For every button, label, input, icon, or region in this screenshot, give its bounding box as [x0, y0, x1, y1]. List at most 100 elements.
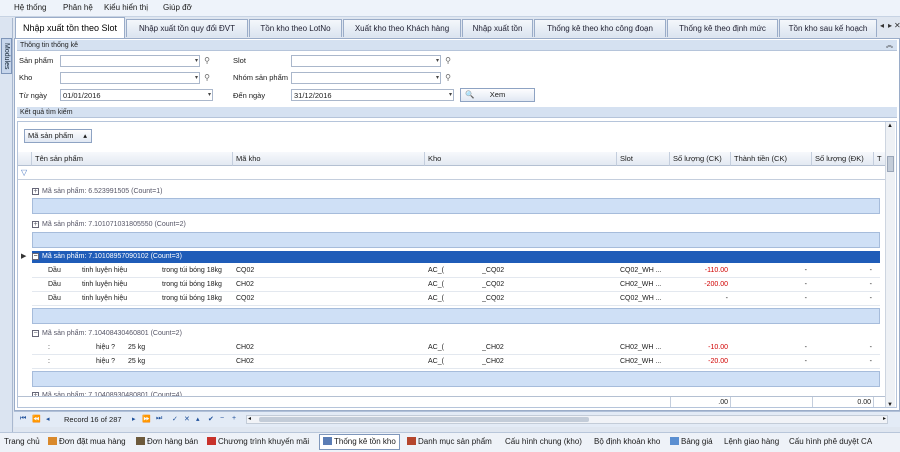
shortcut-don-hang-ban[interactable]: Đơn hàng bán — [136, 437, 198, 446]
filter-row[interactable]: ▽ — [18, 166, 886, 180]
scroll-left-icon[interactable]: ◂ — [248, 415, 251, 422]
shortcut-cau-hinh-chung[interactable]: Cấu hình chung (kho) — [505, 437, 582, 446]
shortcut-bo-dinh-khoan-kho[interactable]: Bộ định khoản kho — [594, 437, 660, 446]
group-by-chip[interactable]: Mã sản phẩm ▴ — [24, 129, 92, 143]
remove-icon[interactable]: − — [220, 415, 224, 422]
collapse-icon[interactable]: − — [32, 329, 39, 337]
search-icon[interactable]: ⚲ — [201, 72, 213, 84]
shortcut-chuong-trinh-khuyen-mai[interactable]: Chương trình khuyến mãi — [207, 437, 309, 446]
scroll-up-icon[interactable]: ▲ — [887, 123, 893, 129]
tab-dinh-muc[interactable]: Thống kê theo định mức — [667, 19, 778, 37]
cell-so-luong-dk: - — [869, 295, 872, 302]
den-ngay-field[interactable]: 31/12/2016 ▾ — [291, 89, 454, 101]
slot-combo[interactable]: ▾ ⚲ — [291, 55, 451, 67]
dropdown-arrow-icon[interactable]: ▾ — [436, 73, 439, 84]
dropdown-arrow-icon[interactable]: ▾ — [449, 90, 452, 101]
menu-giup-do[interactable]: Giúp đỡ — [163, 3, 192, 12]
prev-record-icon[interactable]: ◂ — [46, 415, 50, 423]
filter-funnel-icon[interactable]: ▽ — [21, 168, 27, 177]
h-scroll-thumb[interactable] — [259, 417, 589, 422]
dropdown-arrow-icon[interactable]: ▾ — [195, 56, 198, 67]
search-icon[interactable]: ⚲ — [442, 72, 454, 84]
tab-xuat-kho-khach-hang[interactable]: Xuất kho theo Khách hàng — [343, 19, 461, 37]
promotion-icon — [207, 437, 216, 445]
dropdown-arrow-icon[interactable]: ▾ — [436, 56, 439, 67]
cell-ma-kho: CH02 — [236, 344, 254, 351]
tab-scroll-left-icon[interactable]: ◂ — [880, 21, 884, 30]
dropdown-arrow-icon[interactable]: ▾ — [195, 73, 198, 84]
cell-name: Dầu — [48, 267, 61, 274]
table-row[interactable]: Dầu tinh luyện hiệu trong túi bóng 18kg … — [32, 278, 880, 292]
dropdown-arrow-icon[interactable]: ▾ — [208, 90, 211, 101]
search-icon[interactable]: ⚲ — [201, 55, 213, 67]
scroll-right-icon[interactable]: ▸ — [883, 415, 886, 422]
group-row-1[interactable]: + Mã sản phẩm: 6.523991505 (Count=1) — [32, 186, 880, 198]
tab-nhap-xuat-ton-slot[interactable]: Nhập xuất tồn theo Slot — [15, 17, 125, 38]
prev-page-icon[interactable]: ⏪ — [32, 415, 41, 423]
tab-scroll-right-icon[interactable]: ▸ — [888, 21, 892, 30]
col-so-luong-ck[interactable]: Số lượng (CK) — [670, 152, 731, 166]
tab-nhap-xuat-ton[interactable]: Nhập xuất tồn — [462, 19, 533, 37]
xem-button[interactable]: 🔍 Xem — [460, 88, 535, 102]
group-row-4[interactable]: − Mã sản phẩm: 7.10408430460801 (Count=2) — [32, 328, 880, 340]
cancel-edit-icon[interactable]: ✕ — [184, 415, 190, 423]
append-icon[interactable]: ✓ — [172, 415, 178, 423]
confirm-icon[interactable]: ✔ — [208, 415, 214, 423]
col-so-luong-dk[interactable]: Số lượng (ĐK) — [812, 152, 874, 166]
search-icon[interactable]: ⚲ — [442, 55, 454, 67]
collapse-up-icon[interactable]: ︽ — [886, 40, 893, 51]
magnifier-icon: 🔍 — [465, 90, 475, 99]
next-page-icon[interactable]: ⏩ — [142, 415, 151, 423]
shortcut-trang-chu[interactable]: Trang chủ — [4, 437, 40, 446]
scroll-thumb[interactable] — [887, 156, 894, 172]
table-row[interactable]: Dầu tinh luyện hiệu trong túi bóng 18kg … — [32, 292, 880, 306]
collapse-icon[interactable]: − — [32, 252, 39, 260]
tab-kho-cong-doan[interactable]: Thống kê theo kho công đoạn — [534, 19, 666, 37]
shortcut-bang-gia[interactable]: Bảng giá — [670, 437, 713, 446]
vertical-scrollbar[interactable]: ▲ ▼ — [885, 122, 895, 407]
shortcut-lenh-giao-hang[interactable]: Lệnh giao hàng — [724, 437, 779, 446]
first-record-icon[interactable]: ⏮ — [20, 415, 26, 423]
add-icon[interactable]: + — [232, 415, 236, 422]
group-row-2[interactable]: + Mã sản phẩm: 7.101071031805550 (Count=2… — [32, 219, 880, 231]
cell-kho: AC_( — [428, 295, 444, 302]
col-slot[interactable]: Slot — [617, 152, 670, 166]
last-record-icon[interactable]: ⏭ — [156, 415, 162, 423]
menu-phan-he[interactable]: Phân hệ — [63, 3, 93, 12]
expand-icon[interactable]: + — [32, 220, 39, 228]
shortcut-don-dat-mua-hang[interactable]: Đơn đặt mua hàng — [48, 437, 126, 446]
col-ten-san-pham[interactable]: Tên sản phẩm — [32, 152, 233, 166]
shortcut-danh-muc-san-pham[interactable]: Danh mục sản phẩm — [407, 437, 492, 446]
cell-kho: AC_( — [428, 358, 444, 365]
table-row[interactable]: : hiệu ? 25 kg CH02 AC_( _CH02 CH02_WH .… — [32, 341, 880, 355]
nhom-san-pham-combo[interactable]: ▾ ⚲ — [291, 72, 451, 84]
modules-tab[interactable]: Modules — [1, 38, 12, 74]
horizontal-scrollbar[interactable]: ◂ ▸ — [246, 415, 888, 424]
menu-he-thong[interactable]: Hệ thống — [14, 3, 46, 12]
shortcut-label: Đơn hàng bán — [147, 437, 199, 446]
tu-ngay-field[interactable]: 01/01/2016 ▾ — [60, 89, 213, 101]
tab-ton-kho-lotno[interactable]: Tồn kho theo LotNo — [249, 19, 342, 37]
col-thanh-tien-ck[interactable]: Thành tiền (CK) — [731, 152, 812, 166]
scroll-down-icon[interactable]: ▼ — [887, 402, 893, 407]
next-record-icon[interactable]: ▸ — [132, 415, 136, 423]
san-pham-combo[interactable]: ▾ ⚲ — [60, 55, 210, 67]
col-ma-kho[interactable]: Mã kho — [233, 152, 425, 166]
tab-ton-kho-ke-hoach[interactable]: Tồn kho sau kế hoạch — [779, 19, 877, 37]
record-counter: Record 16 of 287 — [64, 415, 122, 424]
filter-group-header[interactable]: Thông tin thống kê ︽ — [17, 40, 897, 51]
cell-kho: AC_( — [428, 281, 444, 288]
cell-name: Dầu — [48, 281, 61, 288]
col-kho[interactable]: Kho — [425, 152, 617, 166]
shortcut-cau-hinh-phe-duyet[interactable]: Cấu hình phê duyệt CA — [789, 437, 872, 446]
menu-kieu-hien-thi[interactable]: Kiểu hiển thị — [104, 3, 148, 12]
tab-quy-doi-dvt[interactable]: Nhập xuất tồn quy đổi ĐVT — [126, 19, 248, 37]
table-row[interactable]: : hiệu ? 25 kg CH02 AC_( _CH02 CH02_WH .… — [32, 355, 880, 369]
tab-close-icon[interactable]: ✕ — [894, 21, 900, 30]
shortcut-thong-ke-ton-kho[interactable]: Thống kê tồn kho — [319, 434, 400, 450]
expand-icon[interactable]: + — [32, 187, 39, 195]
group-row-3[interactable]: − Mã sản phẩm: 7.10108957090102 (Count=3) — [32, 251, 880, 263]
kho-combo[interactable]: ▾ ⚲ — [60, 72, 210, 84]
move-up-icon[interactable]: ▴ — [196, 415, 200, 423]
table-row[interactable]: Dầu tinh luyện hiệu trong túi bóng 18kg … — [32, 264, 880, 278]
